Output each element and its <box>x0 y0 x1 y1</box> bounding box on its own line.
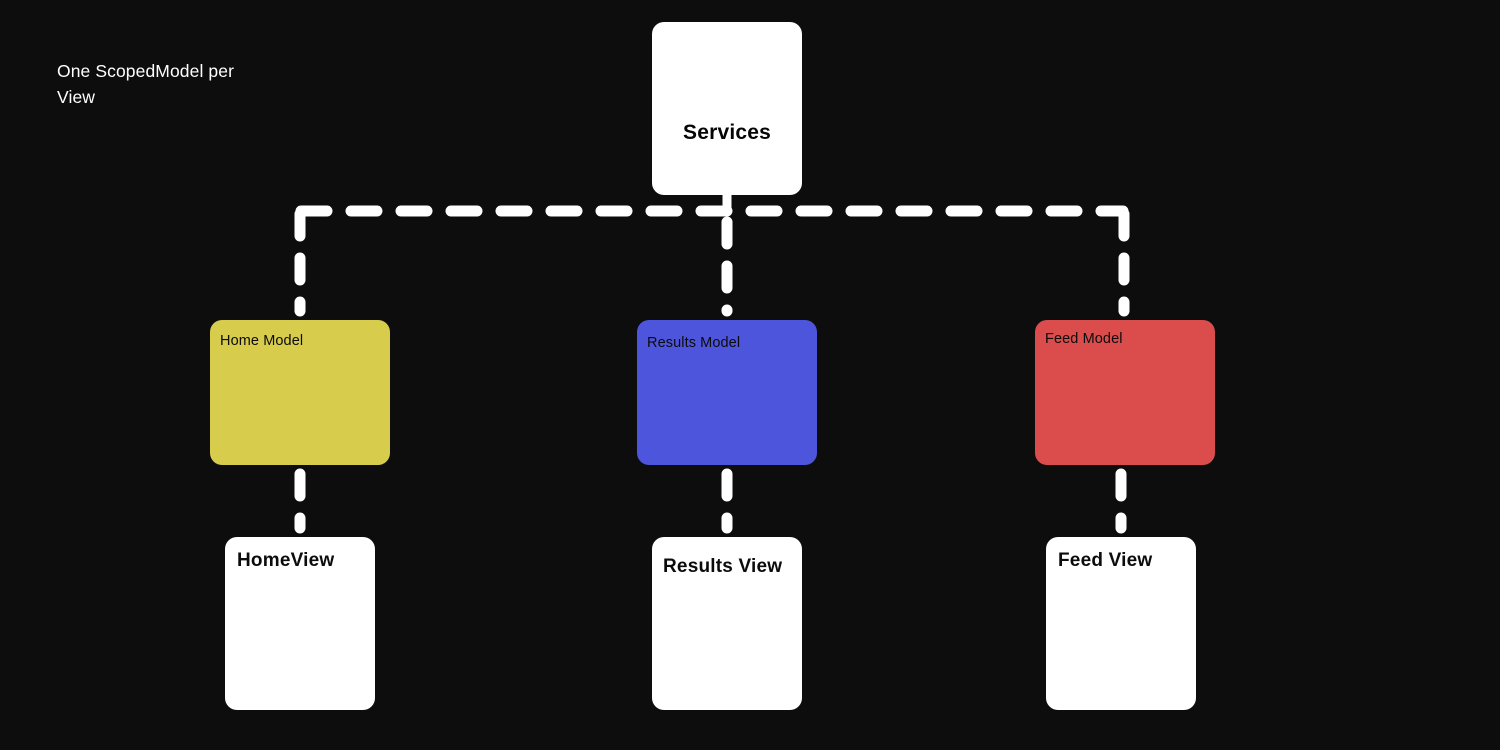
node-services[interactable]: Services <box>652 22 802 195</box>
node-view-results[interactable]: Results View <box>652 537 802 710</box>
node-model-home[interactable]: Home Model <box>210 320 390 465</box>
diagram-caption: One ScopedModel per View <box>57 61 235 107</box>
node-model-results-label: Results Model <box>647 335 741 351</box>
node-model-feed[interactable]: Feed Model <box>1035 320 1215 465</box>
diagram-canvas: One ScopedModel per View Services Home M… <box>0 0 1500 750</box>
node-view-feed[interactable]: Feed View <box>1046 537 1196 710</box>
node-model-feed-label: Feed Model <box>1045 331 1123 347</box>
node-view-home[interactable]: HomeView <box>225 537 375 710</box>
node-model-results[interactable]: Results Model <box>637 320 817 465</box>
node-view-results-label: Results View <box>663 556 783 577</box>
node-model-home-label: Home Model <box>220 333 304 349</box>
node-services-label: Services <box>682 121 771 144</box>
node-view-feed-label: Feed View <box>1058 550 1153 571</box>
node-view-home-label: HomeView <box>237 550 335 571</box>
